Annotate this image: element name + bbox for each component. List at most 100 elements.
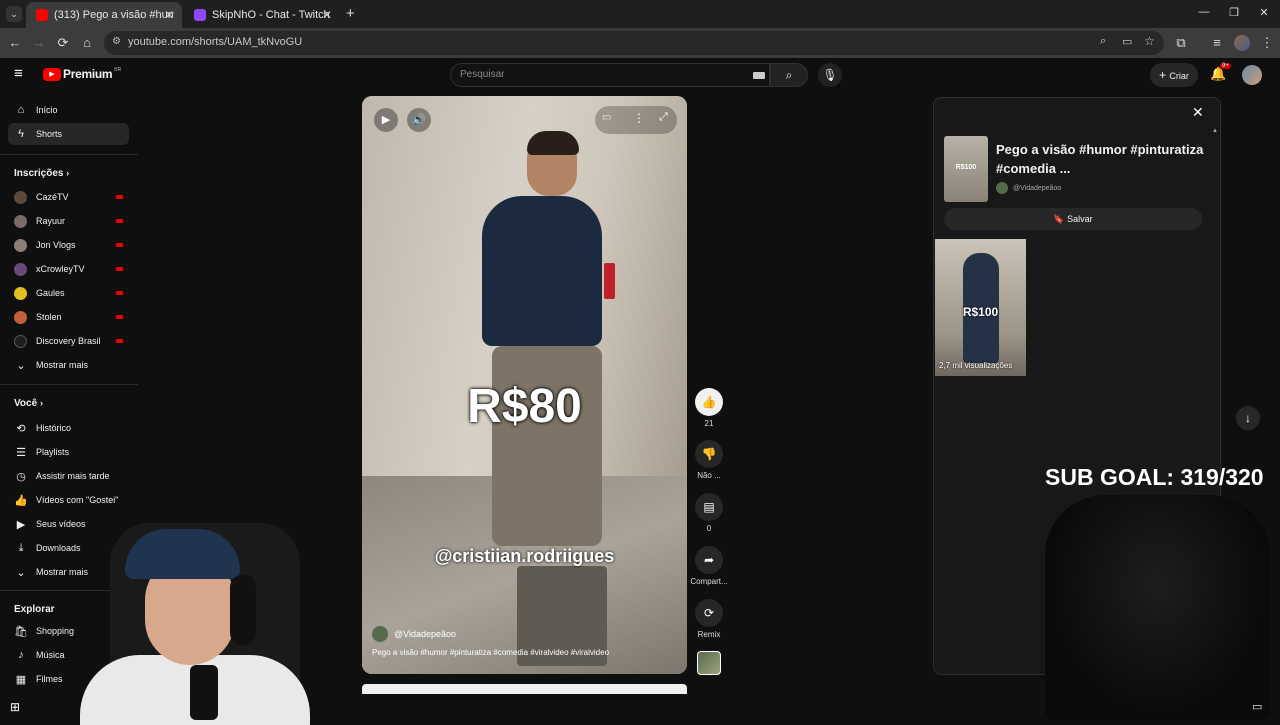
extensions-icon[interactable]: ⧉ bbox=[1172, 34, 1190, 52]
sidebar-item-playlists[interactable]: ☰ Playlists bbox=[8, 441, 129, 463]
sidebar-item-liked-videos[interactable]: 👍 Vídeos com "Gostei" bbox=[8, 489, 129, 511]
sidebar-item-label: Vídeos com "Gostei" bbox=[36, 495, 119, 505]
url-bar[interactable]: ⚙ youtube.com/shorts/UAM_tkNvoGU ⌕ ▭ ☆ bbox=[104, 31, 1164, 55]
sidebar-item-shorts[interactable]: ϟ Shorts bbox=[8, 123, 129, 145]
divider bbox=[0, 384, 138, 385]
live-indicator-icon bbox=[116, 315, 123, 319]
browser-tab-twitch[interactable]: SkipNhO - Chat - Twitch ✕ bbox=[184, 2, 340, 28]
bookmark-icon: 🔖 bbox=[1053, 214, 1068, 224]
sidebar-sub-item[interactable]: CazéTV bbox=[8, 186, 129, 208]
chevron-right-icon: › bbox=[66, 168, 70, 178]
sidebar-item-label: Stolen bbox=[36, 312, 62, 322]
search-input[interactable]: Pesquisar bbox=[450, 63, 770, 87]
plus-icon: + bbox=[1159, 68, 1170, 82]
show-more-subscriptions[interactable]: ⌄ Mostrar mais bbox=[8, 354, 129, 376]
shopping-icon: 🛍 bbox=[14, 625, 28, 638]
minimize-icon[interactable]: — bbox=[1194, 6, 1214, 18]
like-button[interactable]: 👍 21 bbox=[695, 388, 723, 428]
close-window-icon[interactable]: ✕ bbox=[1254, 6, 1274, 19]
sidebar-item-label: Discovery Brasil bbox=[36, 336, 101, 346]
browser-tab-youtube[interactable]: (313) Pego a visão #humor #pi ✕ bbox=[26, 2, 182, 28]
video-title: Pego a visão #humor #pinturatiza #comedi… bbox=[996, 142, 1204, 176]
logo-country-badge: BR bbox=[114, 67, 122, 73]
sidebar-item-label: Histórico bbox=[36, 423, 72, 433]
windows-start-icon[interactable]: ⊞ bbox=[10, 700, 20, 714]
watch-later-icon: ◷ bbox=[16, 470, 26, 483]
youtube-logo[interactable]: ▶ Premium BR bbox=[43, 67, 121, 81]
panel-channel-link[interactable]: @Vidadepeãoo bbox=[996, 182, 1061, 194]
site-info-icon[interactable]: ⚙ bbox=[112, 36, 121, 47]
dislike-button[interactable]: 👎 Não ... bbox=[695, 440, 723, 480]
search-placeholder: Pesquisar bbox=[460, 69, 505, 80]
panel-scrollbar-up-icon[interactable]: ▲ bbox=[1212, 128, 1218, 134]
reload-icon[interactable]: ⟳ bbox=[54, 34, 72, 52]
next-video-arrow-down-icon[interactable]: ↓ bbox=[1236, 406, 1260, 430]
back-arrow-icon[interactable]: ← bbox=[6, 34, 24, 52]
hamburger-menu-icon[interactable]: ≡ bbox=[14, 65, 23, 82]
short-caption[interactable]: Pego a visão #humor #pinturatiza #comedi… bbox=[372, 648, 609, 657]
system-notification-icon[interactable]: ▭ bbox=[1252, 700, 1262, 713]
sidebar-sub-item[interactable]: Rayuur bbox=[8, 210, 129, 232]
share-button[interactable]: ➦ Compart... bbox=[690, 546, 728, 586]
fullscreen-icon[interactable]: ⤢ bbox=[659, 111, 668, 124]
comments-button[interactable]: ▤ 0 bbox=[695, 493, 723, 533]
sound-thumbnail[interactable] bbox=[697, 651, 721, 675]
remix-icon: ⟳ bbox=[695, 599, 723, 627]
captions-icon[interactable]: ▭ bbox=[602, 112, 611, 123]
forward-arrow-icon[interactable]: → bbox=[30, 34, 48, 52]
close-tab-icon[interactable]: ✕ bbox=[164, 8, 174, 22]
like-count: 21 bbox=[704, 419, 714, 428]
share-arrow-icon: ➦ bbox=[695, 546, 723, 574]
divider bbox=[0, 154, 138, 155]
sidebar-item-history[interactable]: ⟲ Histórico bbox=[8, 417, 129, 439]
more-options-icon[interactable]: ⋮ bbox=[633, 111, 645, 125]
sidebar-sub-item[interactable]: xCrowleyTV bbox=[8, 258, 129, 280]
video-price-overlay: R$80 bbox=[467, 380, 582, 433]
webcam-headphones bbox=[230, 575, 256, 645]
cast-icon[interactable]: ▭ bbox=[1122, 35, 1132, 48]
subscriptions-heading[interactable]: Inscrições › bbox=[14, 168, 69, 179]
save-button[interactable]: 🔖 Salvar bbox=[944, 208, 1202, 230]
close-icon[interactable]: ✕ bbox=[1192, 104, 1204, 121]
live-indicator-icon bbox=[116, 219, 123, 223]
create-label: Criar bbox=[1169, 71, 1189, 81]
related-video-thumbnail[interactable]: R$100 2,7 mil visualizações bbox=[935, 239, 1026, 376]
webcam-cap bbox=[125, 529, 240, 579]
close-tab-icon[interactable]: ✕ bbox=[322, 8, 332, 22]
you-heading[interactable]: Você › bbox=[14, 398, 43, 409]
sidebar-item-label: xCrowleyTV bbox=[36, 264, 85, 274]
bookmark-star-icon[interactable]: ☆ bbox=[1144, 34, 1155, 48]
remix-button[interactable]: ⟳ Remix bbox=[695, 599, 723, 639]
media-controls-icon[interactable]: ≡ bbox=[1208, 34, 1226, 52]
video-person-legs bbox=[492, 346, 602, 546]
sidebar-item-home[interactable]: ⌂ Início bbox=[8, 99, 129, 121]
browser-menu-icon[interactable]: ⋮ bbox=[1258, 34, 1276, 52]
home-icon[interactable]: ⌂ bbox=[78, 34, 96, 52]
sidebar-item-label: Mostrar mais bbox=[36, 360, 89, 370]
like-icon: 👍 bbox=[14, 494, 28, 507]
create-button[interactable]: + Criar bbox=[1150, 63, 1198, 87]
search-button[interactable]: ⌕ bbox=[770, 63, 808, 87]
restore-icon[interactable]: ❐ bbox=[1224, 6, 1244, 19]
short-channel-link[interactable]: @Vidadepeãoo bbox=[372, 626, 456, 642]
keyboard-icon[interactable] bbox=[753, 72, 765, 79]
account-avatar[interactable] bbox=[1242, 65, 1262, 85]
profile-avatar[interactable] bbox=[1234, 35, 1250, 51]
zoom-icon[interactable]: ⌕ bbox=[1100, 35, 1106, 48]
sidebar-item-label: Assistir mais tarde bbox=[36, 471, 110, 481]
tab-list-dropdown-icon[interactable]: ⌄ bbox=[6, 6, 22, 22]
sidebar-sub-item[interactable]: Discovery Brasil bbox=[8, 330, 129, 352]
sidebar-item-watch-later[interactable]: ◷ Assistir mais tarde bbox=[8, 465, 129, 487]
next-short-preview[interactable] bbox=[362, 684, 687, 694]
live-indicator-icon bbox=[116, 243, 123, 247]
voice-search-mic-icon[interactable]: 🎙 bbox=[818, 63, 842, 87]
thumbs-down-icon: 👎 bbox=[695, 440, 723, 468]
play-button-icon[interactable]: ▶ bbox=[374, 108, 398, 132]
volume-icon[interactable]: 🔊 bbox=[407, 108, 431, 132]
sidebar-sub-item[interactable]: Jon Vlogs bbox=[8, 234, 129, 256]
sidebar-sub-item[interactable]: Stolen bbox=[8, 306, 129, 328]
new-tab-plus-icon[interactable]: + bbox=[346, 5, 355, 22]
history-icon: ⟲ bbox=[16, 422, 26, 435]
shorts-video-player[interactable]: ▶ 🔊 ▭ ⋮ ⤢ R$80 @cristiian.rodriigues @Vi… bbox=[362, 96, 687, 674]
sidebar-sub-item[interactable]: Gaules bbox=[8, 282, 129, 304]
